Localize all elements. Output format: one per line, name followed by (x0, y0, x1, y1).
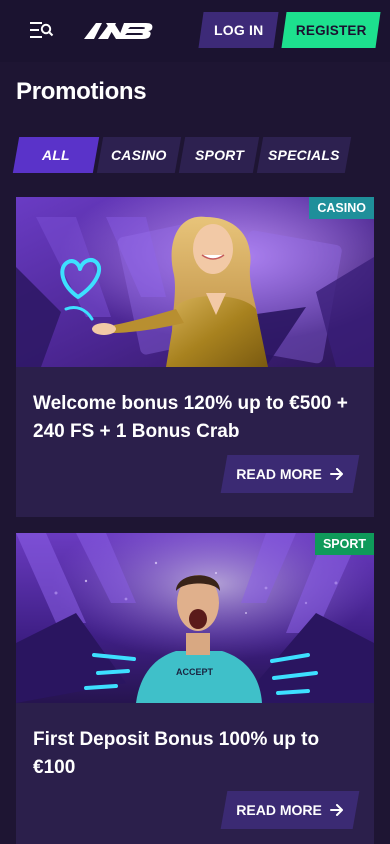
register-label: REGISTER (295, 22, 367, 38)
logo[interactable] (84, 20, 156, 40)
tab-specials-label: SPECIALS (268, 147, 340, 163)
tab-casino-label: CASINO (111, 147, 167, 163)
promo-image-casino: CASINO (16, 197, 374, 367)
promo-title: Welcome bonus 120% up to €500 + 240 FS +… (33, 393, 348, 442)
login-label: LOG IN (213, 22, 264, 38)
tab-casino[interactable]: CASINO (96, 137, 182, 173)
tab-sport[interactable]: SPORT (178, 137, 260, 173)
promo-card[interactable]: ACCEPT SPORT First Deposit Bonus 100% up… (16, 533, 374, 844)
page-title: Promotions (16, 78, 147, 105)
promo-card[interactable]: CASINO Welcome bonus 120% up to €500 + 2… (16, 197, 374, 517)
promo-category-badge: CASINO (309, 197, 374, 219)
read-more-button[interactable]: READ MORE (220, 791, 360, 829)
promo-title: First Deposit Bonus 100% up to €100 (33, 729, 320, 778)
arrow-right-icon (329, 804, 343, 816)
arrow-right-icon (329, 468, 343, 480)
tab-specials[interactable]: SPECIALS (256, 137, 352, 173)
tab-sport-label: SPORT (194, 147, 244, 163)
read-more-label: READ MORE (234, 466, 324, 482)
register-button[interactable]: REGISTER (281, 12, 381, 48)
read-more-button[interactable]: READ MORE (220, 455, 360, 493)
promo-filter-tabs: ALL CASINO SPORT SPECIALS (12, 137, 352, 173)
login-button[interactable]: LOG IN (198, 12, 279, 48)
jersey-text: ACCEPT (176, 667, 214, 677)
menu-search-icon[interactable] (30, 21, 54, 39)
top-bar: LOG IN REGISTER (0, 0, 390, 62)
promo-category-badge: SPORT (314, 533, 374, 555)
tab-all-label: ALL (42, 147, 70, 163)
read-more-label: READ MORE (234, 802, 324, 818)
promo-image-sport: ACCEPT SPORT (16, 533, 374, 703)
tab-all[interactable]: ALL (12, 137, 100, 173)
